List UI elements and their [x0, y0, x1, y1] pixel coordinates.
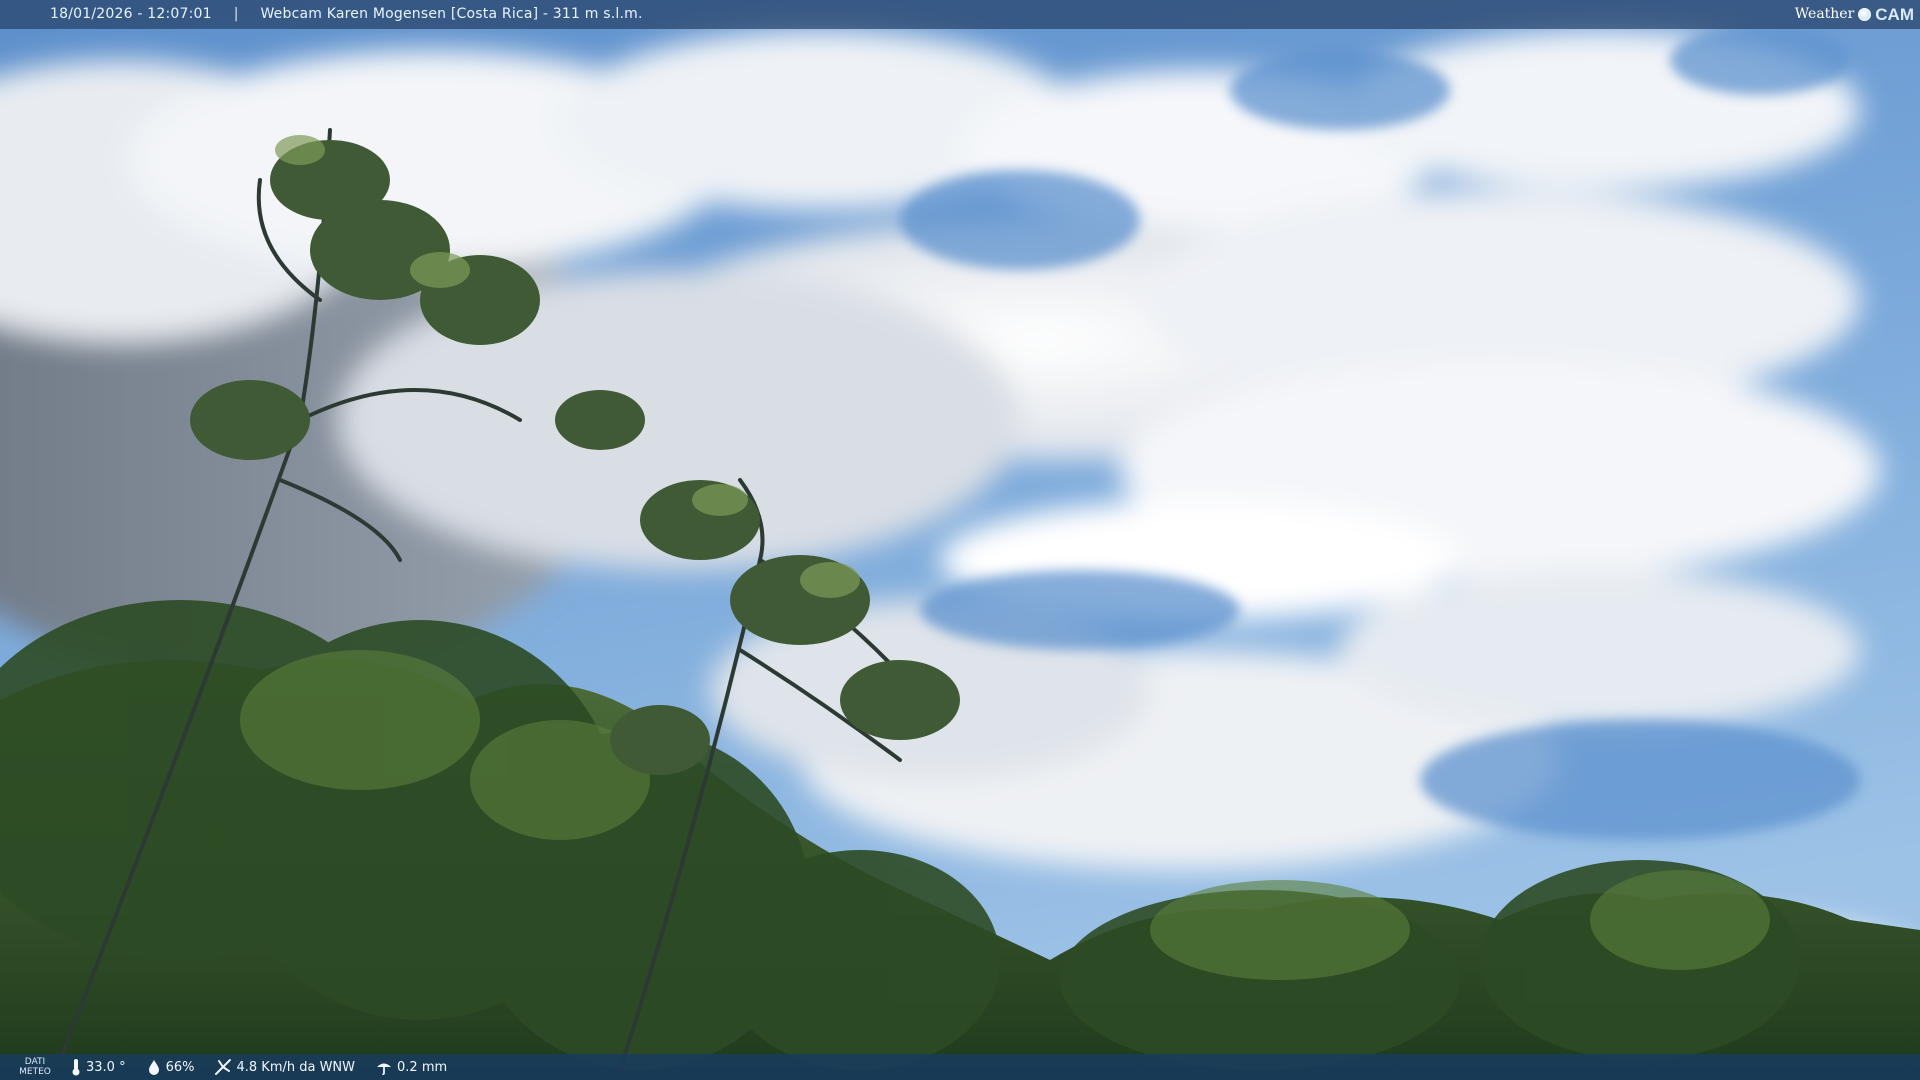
thermometer-icon — [72, 1059, 80, 1076]
webcam-image — [0, 0, 1920, 1080]
wind-metric: 4.8 Km/h da WNW — [214, 1058, 355, 1076]
weather-data-bar: DATI METEO 33.0 ° 66% 4.8 Km/h da WNW 0.… — [0, 1054, 1920, 1080]
droplet-icon — [148, 1060, 159, 1075]
weathercam-logo[interactable]: Weather CAM — [1795, 0, 1914, 29]
temperature-value: 33.0 ° — [86, 1059, 126, 1075]
header-separator: | — [233, 6, 239, 22]
label-line1: DATI — [24, 1057, 46, 1067]
webcam-title: Webcam Karen Mogensen [Costa Rica] - 311… — [260, 6, 643, 22]
logo-weather-text: Weather — [1794, 6, 1855, 22]
humidity-metric: 66% — [146, 1059, 195, 1075]
temperature-metric: 33.0 ° — [70, 1058, 126, 1076]
weather-data-label: DATI METEO — [0, 1057, 70, 1077]
wind-value: 4.8 Km/h da WNW — [236, 1059, 356, 1075]
wind-vane-icon — [215, 1059, 232, 1075]
humidity-value: 66% — [165, 1059, 195, 1075]
label-line2: METEO — [19, 1067, 51, 1077]
timestamp: 18/01/2026 - 12:07:01 — [50, 6, 212, 22]
sun-icon — [1858, 8, 1872, 21]
rain-value: 0.2 mm — [397, 1059, 448, 1075]
rain-metric: 0.2 mm — [375, 1059, 447, 1075]
header-bar: 18/01/2026 - 12:07:01 | Webcam Karen Mogen… — [0, 0, 1920, 29]
webcam-viewer: 18/01/2026 - 12:07:01 | Webcam Karen Mogen… — [0, 0, 1920, 1080]
logo-cam-text: CAM — [1875, 5, 1914, 24]
rain-gauge-icon — [377, 1063, 392, 1075]
